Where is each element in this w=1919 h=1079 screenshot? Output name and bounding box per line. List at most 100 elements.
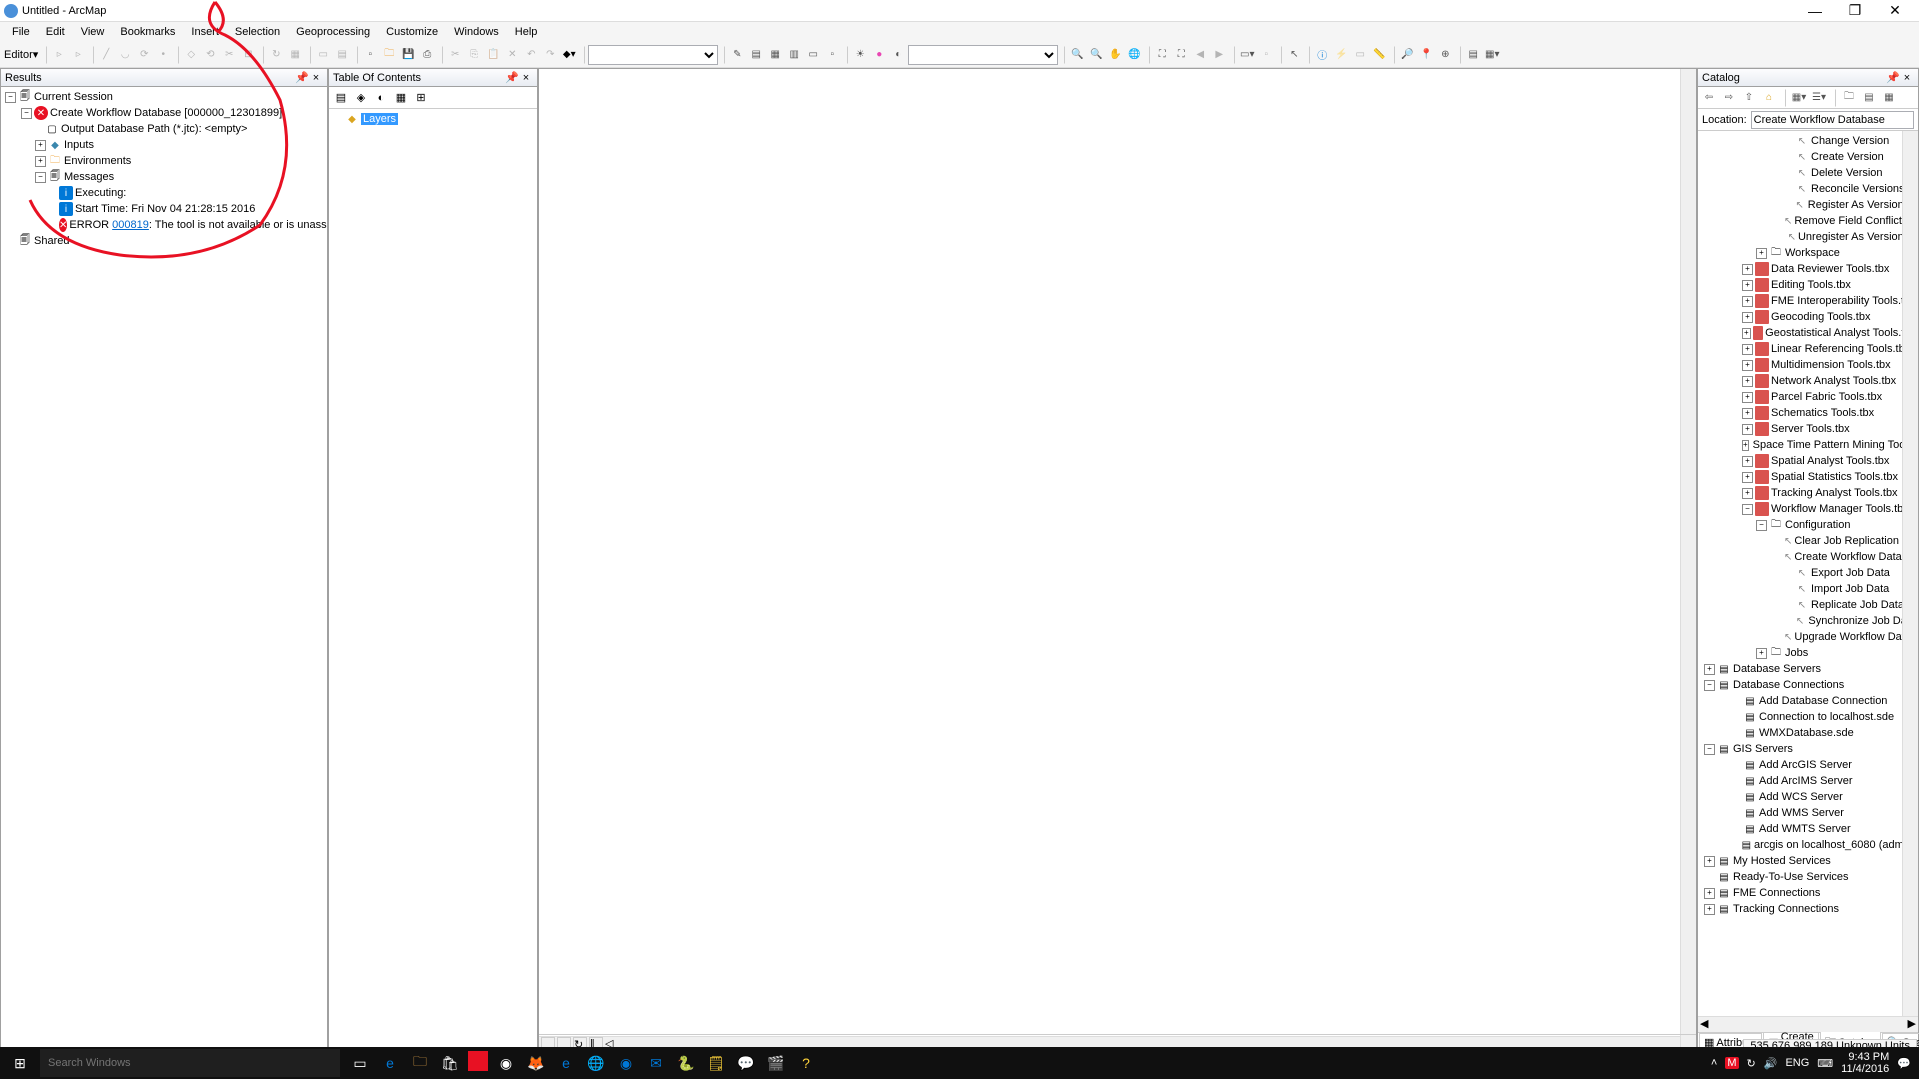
arc-segment-icon[interactable]: ◡	[116, 46, 134, 64]
list-by-selection-icon[interactable]: ▦	[393, 90, 409, 106]
list-by-visibility-icon[interactable]: ◐	[373, 90, 389, 106]
ready-to-use[interactable]: ▤Ready-To-Use Services	[1700, 869, 1916, 885]
georef-icon[interactable]: ◐	[889, 46, 907, 64]
layers-node[interactable]: Layers	[361, 113, 398, 125]
split-icon[interactable]: ⊟	[239, 46, 257, 64]
editor-dropdown[interactable]: Editor▾	[2, 48, 40, 61]
firefox-icon[interactable]: 🦊	[524, 1051, 548, 1075]
catalog-tool[interactable]: ↖Delete Version	[1700, 165, 1916, 181]
ie-icon[interactable]: e	[554, 1051, 578, 1075]
catalog-tool[interactable]: ↖Remove Field Conflict Filter	[1700, 213, 1916, 229]
close-button[interactable]: ✕	[1875, 2, 1915, 19]
catalog-tool[interactable]: ↖Create Workflow Database	[1700, 549, 1916, 565]
home-icon[interactable]: ⌂	[1760, 89, 1778, 107]
tray-volume-icon[interactable]: 🔊	[1764, 1057, 1778, 1070]
panel-close-icon[interactable]: ×	[309, 72, 323, 84]
gis-server-item[interactable]: ▤Add ArcIMS Server	[1700, 773, 1916, 789]
pin-icon[interactable]: 📌	[505, 71, 519, 84]
toc-tree[interactable]: ◆Layers	[329, 109, 537, 1052]
pan-icon[interactable]: ✋	[1106, 46, 1124, 64]
hyperlink-icon[interactable]: ⚡	[1332, 46, 1350, 64]
find-route-icon[interactable]: 📍	[1417, 46, 1435, 64]
task-view-icon[interactable]: ▭	[348, 1051, 372, 1075]
model-builder-icon[interactable]: ▫	[823, 46, 841, 64]
menu-view[interactable]: View	[73, 24, 113, 40]
messages-node[interactable]: Messages	[64, 171, 114, 183]
app-icon[interactable]	[468, 1051, 488, 1071]
toolbox-node[interactable]: +Tracking Analyst Tools.tbx	[1700, 485, 1916, 501]
straight-segment-icon[interactable]: ╱	[97, 46, 115, 64]
db-conn-item[interactable]: ▤Connection to localhost.sde	[1700, 709, 1916, 725]
full-extent-icon[interactable]: 🌐	[1125, 46, 1143, 64]
select-features-icon[interactable]: ▭▾	[1238, 46, 1256, 64]
connect-gis-icon[interactable]: ▦	[1880, 89, 1898, 107]
tray-sync-icon[interactable]: ↻	[1747, 1057, 1756, 1070]
connect-db-icon[interactable]: ▤	[1860, 89, 1878, 107]
toolbox-node[interactable]: +Schematics Tools.tbx	[1700, 405, 1916, 421]
location-input[interactable]	[1751, 111, 1914, 129]
gis-server-item[interactable]: ▤Add WMTS Server	[1700, 821, 1916, 837]
panel-close-icon[interactable]: ×	[1900, 72, 1914, 84]
layer-combo[interactable]	[908, 45, 1058, 65]
gis-server-item[interactable]: ▤Add WMS Server	[1700, 805, 1916, 821]
minimize-button[interactable]: —	[1795, 3, 1835, 19]
arcmap-icon[interactable]: 🌐	[584, 1051, 608, 1075]
trace-icon[interactable]: ⟳	[135, 46, 153, 64]
catalog-tool[interactable]: ↖Replicate Job Data	[1700, 597, 1916, 613]
undo-icon[interactable]: ↶	[522, 46, 540, 64]
config-toolset[interactable]: −🗀Configuration	[1700, 517, 1916, 533]
error-code-link[interactable]: 000819	[112, 219, 149, 231]
map-vscroll[interactable]	[1680, 69, 1696, 1052]
db-conn-item[interactable]: ▤WMXDatabase.sde	[1700, 725, 1916, 741]
create-viewer-icon[interactable]: ▦▾	[1483, 46, 1501, 64]
rotate-icon[interactable]: ↻	[267, 46, 285, 64]
list-by-drawing-icon[interactable]: ▤	[333, 90, 349, 106]
menu-bookmarks[interactable]: Bookmarks	[112, 24, 183, 40]
toolbox-node[interactable]: +FME Interoperability Tools.tbx	[1700, 293, 1916, 309]
fme-connections[interactable]: +▤FME Connections	[1700, 885, 1916, 901]
up-icon[interactable]: ⇧	[1740, 89, 1758, 107]
select-elements-icon[interactable]: ↖	[1285, 46, 1303, 64]
find-icon[interactable]: 🔎	[1398, 46, 1416, 64]
catalog-hscroll[interactable]: ◀▶	[1698, 1016, 1918, 1032]
toggle-contents-icon[interactable]: ▦▾	[1790, 89, 1808, 107]
toolbox-node[interactable]: +Geocoding Tools.tbx	[1700, 309, 1916, 325]
identify-icon[interactable]: ⓘ	[1313, 46, 1331, 64]
current-session-node[interactable]: Current Session	[34, 91, 113, 103]
toolbox-node[interactable]: +Spatial Analyst Tools.tbx	[1700, 453, 1916, 469]
inputs-node[interactable]: Inputs	[64, 139, 94, 151]
draw-icon[interactable]: ●	[870, 46, 888, 64]
python-window-icon[interactable]: ▭	[804, 46, 822, 64]
catalog-tool[interactable]: ↖Export Job Data	[1700, 565, 1916, 581]
messenger-icon[interactable]: 💬	[734, 1051, 758, 1075]
zoom-out-icon[interactable]: 🔍	[1087, 46, 1105, 64]
toolbox-node[interactable]: +Multidimension Tools.tbx	[1700, 357, 1916, 373]
edit-vertices-icon[interactable]: ◇	[182, 46, 200, 64]
goto-xy-icon[interactable]: ⊕	[1436, 46, 1454, 64]
catalog-tool[interactable]: ↖Synchronize Job Data	[1700, 613, 1916, 629]
outlook-icon[interactable]: ✉	[644, 1051, 668, 1075]
toolbox-node[interactable]: +Data Reviewer Tools.tbx	[1700, 261, 1916, 277]
menu-insert[interactable]: Insert	[183, 24, 227, 40]
jobs-toolset[interactable]: +🗀Jobs	[1700, 645, 1916, 661]
tray-notifications-icon[interactable]: 💬	[1897, 1057, 1911, 1070]
back-extent-icon[interactable]: ◀	[1191, 46, 1209, 64]
db-servers[interactable]: +▤Database Servers	[1700, 661, 1916, 677]
fixed-zoom-in-icon[interactable]: ⛶	[1153, 46, 1171, 64]
toolbox-node[interactable]: +Network Analyst Tools.tbx	[1700, 373, 1916, 389]
menu-selection[interactable]: Selection	[227, 24, 288, 40]
tray-keyboard-icon[interactable]: ⌨	[1817, 1057, 1833, 1070]
edge-icon[interactable]: e	[378, 1051, 402, 1075]
create-features-icon[interactable]: ▤	[333, 46, 351, 64]
catalog-tool[interactable]: ↖Register As Versioned	[1700, 197, 1916, 213]
toolbox-node[interactable]: +Linear Referencing Tools.tbx	[1700, 341, 1916, 357]
menu-customize[interactable]: Customize	[378, 24, 446, 40]
menu-geoprocessing[interactable]: Geoprocessing	[288, 24, 378, 40]
catalog-tree[interactable]: ↖Change Version↖Create Version↖Delete Ve…	[1698, 131, 1918, 1016]
map-view[interactable]: ↻ ‖ ◁	[538, 68, 1697, 1053]
wfm-toolbox[interactable]: −Workflow Manager Tools.tbx	[1700, 501, 1916, 517]
db-connections[interactable]: −▤Database Connections	[1700, 677, 1916, 693]
cut-icon[interactable]: ✂	[446, 46, 464, 64]
app2-icon[interactable]: ◉	[614, 1051, 638, 1075]
fixed-zoom-out-icon[interactable]: ⛶	[1172, 46, 1190, 64]
